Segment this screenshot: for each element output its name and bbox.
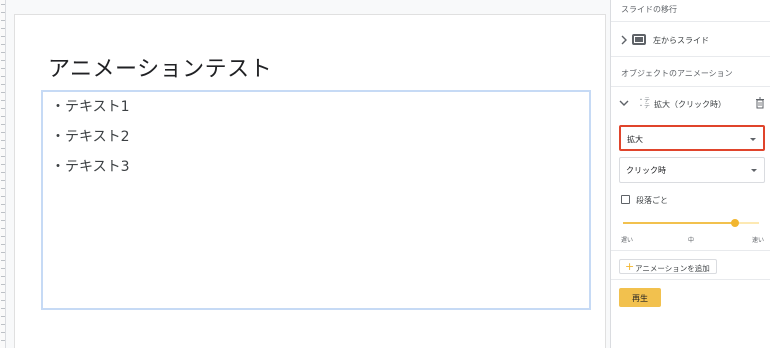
trash-icon[interactable] [755,97,765,109]
divider [611,279,770,280]
speed-slider-thumb[interactable] [730,219,739,227]
ruler-tick [1,92,5,93]
ruler-tick [1,316,5,317]
ruler-tick [1,212,5,213]
transition-label: 左からスライド [653,36,709,45]
ruler-tick [1,276,5,277]
ruler-tick [1,260,5,261]
speed-slow-label: 遅い [621,237,634,244]
trigger-select[interactable]: クリック時 [619,157,765,183]
by-paragraph-label: 段落ごと [636,196,668,205]
divider [611,250,770,251]
ruler-tick [1,252,5,253]
ruler-tick [1,68,5,69]
ruler-tick [1,132,5,133]
ruler-tick [1,4,5,5]
slide-title[interactable]: アニメーションテスト [48,51,272,83]
ruler-tick [1,228,5,229]
ruler-tick [1,12,5,13]
ruler-tick [1,236,5,237]
ruler-tick [1,324,5,325]
ruler-tick [1,148,5,149]
plus-icon: + [625,260,635,273]
ruler-tick [1,164,5,165]
effect-select[interactable]: 拡大 [619,125,765,151]
slide-canvas[interactable]: アニメーションテスト ・テキスト1 ・テキスト2 ・テキスト3 [14,14,606,348]
speed-slider-fill [623,222,735,224]
canvas-area: アニメーションテスト ・テキスト1 ・テキスト2 ・テキスト3 [6,0,610,348]
ruler-tick [1,284,5,285]
ruler-tick [1,204,5,205]
ruler-tick [1,196,5,197]
ruler-tick [1,52,5,53]
ruler-tick [1,100,5,101]
ruler-tick [1,140,5,141]
ruler-tick [1,44,5,45]
animation-item-label: 拡大（クリック時） [654,100,726,109]
ruler-tick [1,308,5,309]
play-button[interactable]: 再生 [619,288,661,307]
bullet-item[interactable]: ・テキスト2 [51,126,130,146]
divider [611,86,770,87]
ruler-tick [1,76,5,77]
dropdown-arrow-icon [751,169,757,172]
effect-select-value: 拡大 [627,135,643,144]
add-animation-button[interactable]: + アニメーションを追加 [619,259,717,274]
ruler-tick [1,180,5,181]
speed-fast-label: 速い [752,237,765,244]
motion-panel: スライドの移行 左からスライド オブジェクトのアニメーション ・テ ・テ 拡大（… [610,0,770,348]
text-box[interactable]: ・テキスト1 ・テキスト2 ・テキスト3 [41,90,591,310]
ruler-tick [1,332,5,333]
ruler-tick [1,84,5,85]
by-paragraph-checkbox[interactable] [621,195,630,204]
ruler-tick [1,340,5,341]
divider [611,21,770,22]
ruler-tick [1,188,5,189]
ruler-tick [1,268,5,269]
ruler-tick [1,60,5,61]
ruler-tick [1,28,5,29]
ruler-tick [1,292,5,293]
divider [611,56,770,57]
slide-transition-icon [632,34,646,45]
dropdown-arrow-icon [750,138,756,141]
speed-medium-label: 中 [688,237,695,244]
bullet-item[interactable]: ・テキスト3 [51,156,130,176]
chevron-right-icon[interactable] [619,35,629,45]
ruler-tick [1,108,5,109]
ruler-tick [1,116,5,117]
ruler-tick [1,36,5,37]
ruler-tick [1,244,5,245]
transition-header: スライドの移行 [621,5,677,14]
animation-thumbnail: ・テ ・テ [638,97,651,110]
object-animation-header: オブジェクトのアニメーション [621,69,733,78]
add-animation-label: アニメーションを追加 [635,264,710,273]
slides-editor: アニメーションテスト ・テキスト1 ・テキスト2 ・テキスト3 スライドの移行 … [0,0,770,348]
ruler-tick [1,20,5,21]
play-button-label: 再生 [632,294,648,303]
ruler-tick [1,300,5,301]
trigger-select-value: クリック時 [626,166,666,175]
chevron-down-icon[interactable] [619,98,629,108]
speed-slider[interactable] [623,219,759,227]
ruler-tick [1,124,5,125]
ruler-tick [1,220,5,221]
bullet-item[interactable]: ・テキスト1 [51,96,130,116]
ruler-tick [1,156,5,157]
ruler-tick [1,172,5,173]
